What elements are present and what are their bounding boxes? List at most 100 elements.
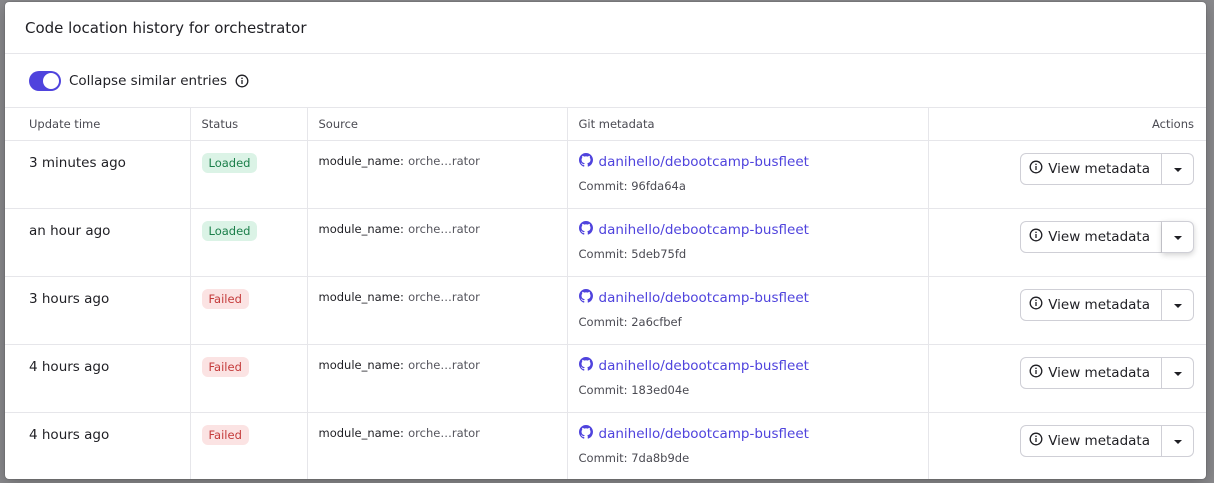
view-metadata-button-group: View metadata xyxy=(1020,152,1194,185)
more-actions-dropdown[interactable] xyxy=(1162,424,1194,457)
more-actions-dropdown[interactable] xyxy=(1162,356,1194,389)
github-icon xyxy=(578,356,593,375)
column-header-status: Status xyxy=(190,108,308,141)
commit-hash: Commit: 7da8b9de xyxy=(578,450,690,465)
view-metadata-button[interactable]: View metadata xyxy=(1020,152,1162,185)
table-row: an hour ago Loaded module_name: orche…ra… xyxy=(5,208,1206,277)
view-metadata-button[interactable]: View metadata xyxy=(1020,220,1162,253)
more-actions-dropdown[interactable] xyxy=(1162,152,1194,185)
view-metadata-label: View metadata xyxy=(1048,296,1150,313)
actions-wrap: View metadata xyxy=(940,152,1194,185)
commit-hash: Commit: 96fda64a xyxy=(578,178,686,193)
source-key: module_name: xyxy=(318,289,404,304)
actions-cell: View metadata xyxy=(928,276,1206,345)
github-icon xyxy=(578,220,593,239)
more-actions-dropdown[interactable] xyxy=(1162,288,1194,321)
view-metadata-button-group: View metadata xyxy=(1020,424,1194,457)
table-row: 3 minutes ago Loaded module_name: orche…… xyxy=(5,140,1206,209)
github-icon xyxy=(578,288,593,307)
commit-hash: Commit: 183ed04e xyxy=(578,382,690,397)
repo-line: danihello/debootcamp-busfleet xyxy=(578,220,917,239)
actions-wrap: View metadata xyxy=(940,220,1194,253)
source-value: orche…rator xyxy=(408,425,480,440)
git-metadata-cell: danihello/debootcamp-busfleet Commit: 2a… xyxy=(567,276,929,345)
info-icon xyxy=(1029,364,1043,382)
source-value: orche…rator xyxy=(408,357,480,372)
github-icon xyxy=(578,424,593,443)
source-cell: module_name: orche…rator xyxy=(307,344,568,413)
collapse-similar-label: Collapse similar entries xyxy=(69,72,228,89)
column-header-source: Source xyxy=(307,108,568,141)
dialog-header: Code location history for orchestrator xyxy=(5,2,1206,54)
status-cell: Failed xyxy=(190,344,308,413)
view-metadata-button[interactable]: View metadata xyxy=(1020,356,1162,389)
status-cell: Loaded xyxy=(190,140,308,209)
repo-link[interactable]: danihello/debootcamp-busfleet xyxy=(599,154,809,170)
source-cell: module_name: orche…rator xyxy=(307,412,568,479)
git-metadata-cell: danihello/debootcamp-busfleet Commit: 7d… xyxy=(567,412,929,479)
source-key: module_name: xyxy=(318,153,404,168)
repo-line: danihello/debootcamp-busfleet xyxy=(578,152,917,171)
actions-wrap: View metadata xyxy=(940,424,1194,457)
view-metadata-label: View metadata xyxy=(1048,432,1150,449)
status-cell: Failed xyxy=(190,276,308,345)
commit-hash: Commit: 2a6cfbef xyxy=(578,314,682,329)
view-metadata-label: View metadata xyxy=(1048,228,1150,245)
view-metadata-label: View metadata xyxy=(1048,364,1150,381)
actions-cell: View metadata xyxy=(928,344,1206,413)
chevron-down-icon xyxy=(1173,433,1183,449)
info-icon[interactable] xyxy=(235,74,249,88)
update-time: 3 hours ago xyxy=(29,290,110,307)
repo-line: danihello/debootcamp-busfleet xyxy=(578,356,917,375)
update-time: 4 hours ago xyxy=(29,358,110,375)
table-row: 4 hours ago Failed module_name: orche…ra… xyxy=(5,344,1206,413)
column-header-update-time: Update time xyxy=(5,108,191,141)
github-icon xyxy=(578,152,593,171)
update-time-cell: 3 minutes ago xyxy=(5,140,191,209)
repo-link[interactable]: danihello/debootcamp-busfleet xyxy=(599,222,809,238)
table-row: 4 hours ago Failed module_name: orche…ra… xyxy=(5,412,1206,479)
collapse-similar-toggle[interactable] xyxy=(29,70,61,91)
source-cell: module_name: orche…rator xyxy=(307,140,568,209)
status-cell: Failed xyxy=(190,412,308,479)
actions-cell: View metadata xyxy=(928,208,1206,277)
update-time: 4 hours ago xyxy=(29,426,110,443)
view-metadata-button[interactable]: View metadata xyxy=(1020,424,1162,457)
update-time-cell: 4 hours ago xyxy=(5,412,191,479)
more-actions-dropdown[interactable] xyxy=(1162,220,1194,253)
repo-link[interactable]: danihello/debootcamp-busfleet xyxy=(599,426,809,442)
git-metadata-cell: danihello/debootcamp-busfleet Commit: 18… xyxy=(567,344,929,413)
source-key: module_name: xyxy=(318,357,404,372)
git-metadata-cell: danihello/debootcamp-busfleet Commit: 96… xyxy=(567,140,929,209)
source-key: module_name: xyxy=(318,221,404,236)
chevron-down-icon xyxy=(1173,161,1183,177)
repo-link[interactable]: danihello/debootcamp-busfleet xyxy=(599,358,809,374)
repo-link[interactable]: danihello/debootcamp-busfleet xyxy=(599,290,809,306)
code-location-history-dialog: Code location history for orchestrator C… xyxy=(5,2,1206,479)
source-value: orche…rator xyxy=(408,221,480,236)
update-time-cell: 3 hours ago xyxy=(5,276,191,345)
actions-wrap: View metadata xyxy=(940,288,1194,321)
history-table: Update time Status Source Git metadata A… xyxy=(5,108,1206,479)
status-badge: Failed xyxy=(201,288,249,309)
dialog-title: Code location history for orchestrator xyxy=(25,18,307,37)
view-metadata-label: View metadata xyxy=(1048,160,1150,177)
source-value: orche…rator xyxy=(408,153,480,168)
view-metadata-button[interactable]: View metadata xyxy=(1020,288,1162,321)
view-metadata-button-group: View metadata xyxy=(1020,220,1194,253)
update-time: 3 minutes ago xyxy=(29,154,126,171)
status-badge: Loaded xyxy=(201,152,258,173)
chevron-down-icon xyxy=(1173,229,1183,245)
update-time: an hour ago xyxy=(29,222,111,239)
info-icon xyxy=(1029,160,1043,178)
info-icon xyxy=(1029,296,1043,314)
git-metadata-cell: danihello/debootcamp-busfleet Commit: 5d… xyxy=(567,208,929,277)
actions-cell: View metadata xyxy=(928,412,1206,479)
actions-wrap: View metadata xyxy=(940,356,1194,389)
filter-bar: Collapse similar entries xyxy=(5,54,1206,108)
status-badge: Loaded xyxy=(201,220,258,241)
chevron-down-icon xyxy=(1173,297,1183,313)
toggle-knob xyxy=(43,72,59,89)
source-key: module_name: xyxy=(318,425,404,440)
update-time-cell: 4 hours ago xyxy=(5,344,191,413)
